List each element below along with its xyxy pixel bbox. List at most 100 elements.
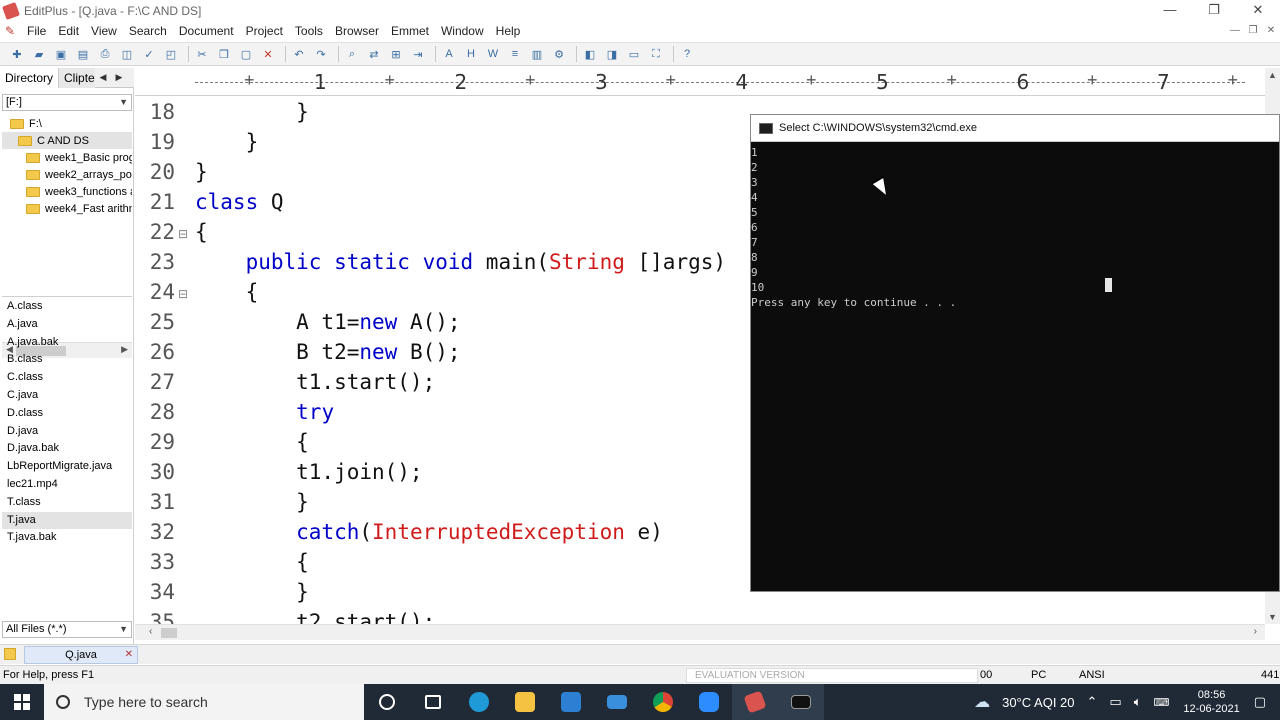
file-list-item[interactable]: D.java.bak — [2, 440, 132, 458]
code-line[interactable]: A t1=new A(); — [195, 310, 460, 334]
cortana-icon[interactable] — [364, 684, 410, 720]
mail-icon[interactable] — [594, 684, 640, 720]
new-file-icon[interactable]: ✚ — [8, 45, 26, 63]
tree-item[interactable]: week3_functions a — [2, 183, 132, 200]
fold-toggle-icon[interactable]: ⊟ — [178, 227, 188, 241]
print-preview-icon[interactable]: ◫ — [118, 45, 136, 63]
code-line[interactable]: catch(InterruptedException e) — [195, 520, 663, 544]
code-line[interactable]: t1.start(); — [195, 370, 435, 394]
file-list-item[interactable]: T.java.bak — [2, 529, 132, 547]
language-icon[interactable]: ⌨ — [1148, 696, 1176, 709]
code-line[interactable]: public static void main(String []args) — [195, 250, 726, 274]
taskbar-search-box[interactable]: Type here to search — [44, 684, 364, 720]
drive-select[interactable]: [F:] ▼ — [2, 94, 132, 111]
file-list-item[interactable]: D.class — [2, 405, 132, 423]
replace-icon[interactable]: ⇄ — [365, 45, 383, 63]
print-icon[interactable]: ⎙ — [96, 45, 114, 63]
scroll-left-icon[interactable]: ‹ — [149, 626, 152, 637]
menu-edit[interactable]: Edit — [52, 24, 85, 38]
close-button[interactable]: ✕ — [1236, 0, 1280, 22]
code-line[interactable]: { — [195, 550, 309, 574]
paste-icon[interactable]: ▢ — [237, 45, 255, 63]
file-list-item[interactable]: lec21.mp4 — [2, 476, 132, 494]
copy-icon[interactable]: ❐ — [215, 45, 233, 63]
menu-file[interactable]: File — [21, 24, 52, 38]
menu-emmet[interactable]: Emmet — [385, 24, 435, 38]
file-list-item[interactable]: LbReportMigrate.java — [2, 458, 132, 476]
document-tab-q-java[interactable]: Q.java ✕ — [24, 646, 138, 664]
task-view-icon[interactable] — [410, 684, 456, 720]
file-list-item[interactable]: A.class — [2, 298, 132, 316]
tree-item[interactable]: F:\ — [2, 115, 132, 132]
cut-icon[interactable]: ✂ — [193, 45, 211, 63]
tab-directory[interactable]: Directory — [0, 67, 60, 88]
clock[interactable]: 08:56 12-06-2021 — [1175, 688, 1247, 716]
scroll-up-icon[interactable]: ▲ — [1268, 70, 1277, 80]
file-list-item[interactable]: C.class — [2, 369, 132, 387]
fold-toggle-icon[interactable]: ⊟ — [178, 287, 188, 301]
tree-item[interactable]: week1_Basic prog — [2, 149, 132, 166]
menu-document[interactable]: Document — [173, 24, 240, 38]
menu-search[interactable]: Search — [123, 24, 173, 38]
tab-cliptext[interactable]: Cliptext — [59, 67, 96, 88]
file-list-item[interactable]: A.java — [2, 316, 132, 334]
scroll-thumb[interactable] — [161, 628, 177, 638]
menu-project[interactable]: Project — [240, 24, 289, 38]
code-line[interactable]: { — [195, 220, 208, 244]
goto-icon[interactable]: ⇥ — [409, 45, 427, 63]
chrome-icon[interactable] — [640, 684, 686, 720]
tree-item[interactable]: week2_arrays_poi — [2, 166, 132, 183]
menu-browser[interactable]: Browser — [329, 24, 385, 38]
file-explorer-icon[interactable] — [502, 684, 548, 720]
menu-tools[interactable]: Tools — [289, 24, 329, 38]
menu-window[interactable]: Window — [435, 24, 490, 38]
folder-icon[interactable] — [4, 648, 16, 660]
close-tab-icon[interactable]: ✕ — [125, 647, 133, 663]
tab-scroll-left-icon[interactable]: ◀ — [95, 72, 111, 83]
mdi-minimize-button[interactable]: — — [1226, 22, 1244, 40]
open-folder-icon[interactable]: ▰ — [30, 45, 48, 63]
file-filter-select[interactable]: All Files (*.*) ▼ — [2, 621, 132, 638]
code-line[interactable]: t2.start(); — [195, 610, 435, 624]
scroll-down-icon[interactable]: ▼ — [1268, 612, 1277, 622]
code-line[interactable]: } — [195, 580, 309, 604]
delete-icon[interactable]: ✕ — [259, 45, 277, 63]
code-line[interactable]: try — [195, 400, 334, 424]
code-line[interactable]: } — [195, 100, 309, 124]
minimize-button[interactable]: — — [1148, 0, 1192, 22]
output-window-icon[interactable]: ▭ — [625, 45, 643, 63]
tree-item[interactable]: C AND DS — [2, 132, 132, 149]
code-line[interactable]: B t2=new B(); — [195, 340, 460, 364]
cmd-taskbar-icon[interactable] — [778, 684, 824, 720]
find-in-files-icon[interactable]: ⊞ — [387, 45, 405, 63]
mdi-close-button[interactable]: ✕ — [1262, 22, 1280, 40]
file-list-item[interactable]: A.java.bak — [2, 334, 132, 352]
network-icon[interactable]: ▭ — [1103, 694, 1127, 710]
directory-window-icon[interactable]: ◧ — [581, 45, 599, 63]
file-list-item[interactable]: T.java — [2, 511, 132, 530]
save-icon[interactable]: ▣ — [52, 45, 70, 63]
editor-horizontal-scrollbar[interactable]: ‹ › — [135, 624, 1265, 640]
spellcheck-icon[interactable]: ✓ — [140, 45, 158, 63]
line-number-icon[interactable]: ≡ — [506, 45, 524, 63]
file-list-item[interactable]: C.java — [2, 387, 132, 405]
notifications-icon[interactable]: ▢ — [1248, 694, 1280, 710]
word-wrap-icon[interactable]: W — [484, 45, 502, 63]
file-list-item[interactable]: B.class — [2, 351, 132, 369]
code-line[interactable]: t1.join(); — [195, 460, 422, 484]
mdi-restore-button[interactable]: ❐ — [1244, 22, 1262, 40]
code-line[interactable]: { — [195, 280, 259, 304]
zoom-icon[interactable] — [686, 684, 732, 720]
browser-preview-icon[interactable]: ◰ — [162, 45, 180, 63]
start-button[interactable] — [0, 684, 44, 720]
save-all-icon[interactable]: ▤ — [74, 45, 92, 63]
undo-icon[interactable]: ↶ — [290, 45, 308, 63]
weather-text[interactable]: 30°C AQI 20 — [996, 695, 1080, 710]
tab-scroll-right-icon[interactable]: ▶ — [111, 72, 127, 83]
restore-button[interactable]: ❐ — [1192, 0, 1236, 22]
redo-icon[interactable]: ↷ — [312, 45, 330, 63]
edge-icon[interactable] — [456, 684, 502, 720]
cmd-title-bar[interactable]: Select C:\WINDOWS\system32\cmd.exe — [751, 115, 1279, 142]
code-line[interactable]: { — [195, 430, 309, 454]
weather-icon[interactable]: ☁ — [968, 692, 996, 712]
